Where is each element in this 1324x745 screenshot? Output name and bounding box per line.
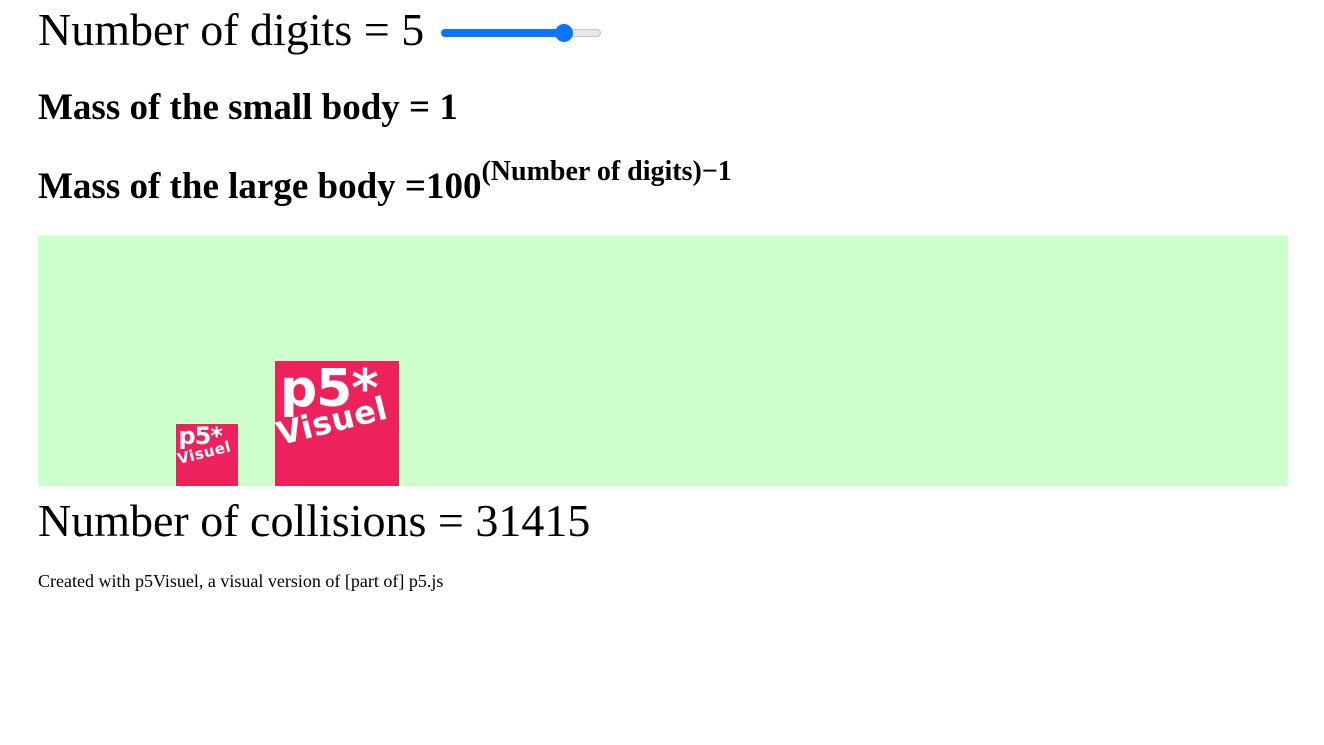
mass-formula-base: 100 — [425, 166, 482, 207]
simulation-canvas: p5* Visuel p5* Visuel — [38, 236, 1288, 486]
digits-control-row: Number of digits = 5 — [38, 4, 602, 56]
mass-formula-exponent: (Number of digits)−1 — [481, 156, 732, 187]
large-block: p5* Visuel — [275, 361, 399, 486]
large-body-mass-label: Mass of the large body = — [38, 166, 426, 207]
collisions-counter: Number of collisions = 31415 — [38, 495, 591, 546]
slider-fill — [441, 29, 564, 37]
small-body-mass-heading: Mass of the small body = 1 — [38, 87, 458, 128]
slider-thumb[interactable] — [554, 24, 573, 42]
footer-credit: Created with p5Visuel, a visual version … — [38, 571, 444, 591]
number-of-digits-label: Number of digits = 5 — [38, 4, 425, 55]
digits-slider[interactable] — [441, 24, 602, 42]
small-block: p5* Visuel — [176, 424, 238, 486]
large-body-mass-heading: Mass of the large body =100(Number of di… — [38, 156, 732, 218]
